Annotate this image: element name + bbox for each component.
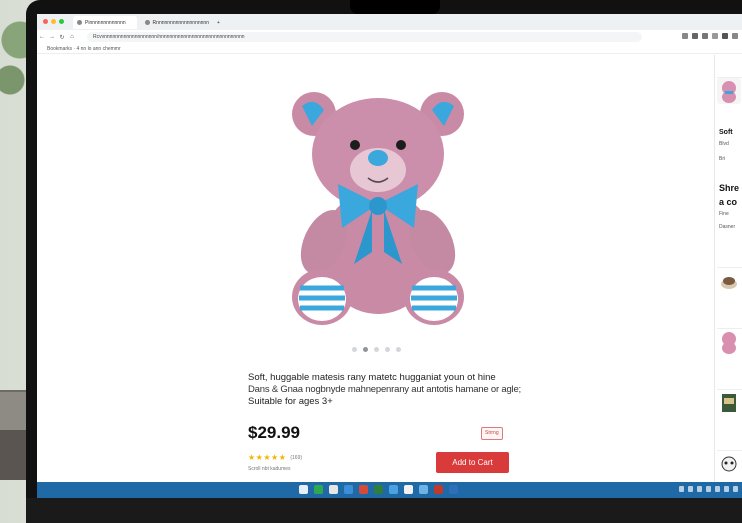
carousel-dot[interactable] bbox=[396, 347, 401, 352]
home-icon[interactable]: ⌂ bbox=[67, 34, 77, 40]
app-icon[interactable] bbox=[434, 485, 443, 494]
back-icon[interactable]: ← bbox=[37, 34, 47, 40]
related-bear-thumbnail bbox=[717, 329, 741, 355]
tab-favicon-icon bbox=[77, 20, 82, 25]
related-item-title[interactable]: Soft bbox=[719, 129, 733, 136]
image-carousel-dots bbox=[352, 347, 401, 352]
tray-icon[interactable] bbox=[679, 486, 684, 492]
laptop-screen: Pinnnnnnnnnnnnn Rnnnnnnnnnnnnnnnnnnn + ←… bbox=[37, 14, 742, 498]
tray-icon[interactable] bbox=[715, 486, 720, 492]
plus-icon: + bbox=[217, 19, 220, 26]
app-icon[interactable] bbox=[314, 485, 323, 494]
tray-icon[interactable] bbox=[733, 486, 738, 492]
related-item[interactable] bbox=[717, 450, 742, 482]
menu-icon[interactable] bbox=[732, 33, 738, 39]
related-item[interactable] bbox=[717, 328, 742, 360]
tab-1-label: Pinnnnnnnnnnnnn bbox=[85, 19, 126, 26]
related-item-meta: Bri bbox=[719, 156, 726, 162]
teddy-bear-image bbox=[292, 92, 464, 325]
extension-icon[interactable] bbox=[702, 33, 708, 39]
tab-bar: Pinnnnnnnnnnnnn Rnnnnnnnnnnnnnnnnnnn + bbox=[37, 14, 742, 31]
description-line-3: Suitable for ages 3+ bbox=[248, 396, 333, 407]
close-window-icon[interactable] bbox=[43, 19, 48, 24]
rating[interactable]: ★★★★★ (169) bbox=[248, 453, 302, 462]
product-description: Soft, huggable matesis rany matetc hugga… bbox=[248, 372, 548, 408]
related-cup-thumbnail bbox=[717, 268, 741, 294]
app-icon[interactable] bbox=[419, 485, 428, 494]
laptop-base bbox=[26, 498, 742, 523]
camera-notch bbox=[350, 0, 440, 14]
extension-icon[interactable] bbox=[712, 33, 718, 39]
window-controls bbox=[43, 19, 64, 24]
tab-1[interactable]: Pinnnnnnnnnnnnn bbox=[73, 16, 137, 29]
related-sidebar: Soft Blvd Bri Shre a co Fine Dasner bbox=[714, 55, 742, 482]
tray-icon[interactable] bbox=[724, 486, 729, 492]
url-bar[interactable]: Rcvvnnnnnnnnnnnnnnnnnnn/nnnnnnnnnnnnnnnn… bbox=[87, 32, 642, 42]
taskbar-apps bbox=[299, 485, 458, 494]
tray-icon[interactable] bbox=[697, 486, 702, 492]
related-item[interactable] bbox=[717, 389, 742, 421]
bookmarks-bar[interactable]: Bookmarks · 4 nn lo ann chemmr bbox=[37, 44, 742, 54]
tab-favicon-icon bbox=[145, 20, 150, 25]
maximize-window-icon[interactable] bbox=[59, 19, 64, 24]
related-book-thumbnail bbox=[717, 390, 741, 416]
description-line-2: Dans & Gnaa nogbnyde mahnepenrany aut an… bbox=[248, 384, 521, 395]
taskbar bbox=[37, 482, 742, 498]
description-line-1: Soft, huggable matesis rany matetc hugga… bbox=[248, 372, 496, 383]
related-bear-thumbnail bbox=[717, 78, 741, 104]
address-row: ← → ↻ ⌂ Rcvvnnnnnnnnnnnnnnnnnnn/nnnnnnnn… bbox=[37, 30, 742, 45]
product-page: Soft, huggable matesis rany matetc hugga… bbox=[37, 55, 714, 482]
stock-badge: Strrng bbox=[481, 427, 503, 440]
related-panda-thumbnail bbox=[717, 451, 741, 477]
forward-icon[interactable]: → bbox=[47, 34, 57, 40]
reload-icon[interactable]: ↻ bbox=[57, 34, 67, 41]
extension-icons bbox=[682, 33, 738, 39]
app-icon[interactable] bbox=[449, 485, 458, 494]
carousel-dot[interactable] bbox=[374, 347, 379, 352]
extension-icon[interactable] bbox=[692, 33, 698, 39]
tray-icon[interactable] bbox=[706, 486, 711, 492]
related-heading-a: Shre bbox=[719, 183, 740, 193]
app-icon[interactable] bbox=[404, 485, 413, 494]
tab-2[interactable]: Rnnnnnnnnnnnnnnnnnnn bbox=[141, 16, 213, 29]
related-item[interactable] bbox=[717, 77, 742, 109]
related-item[interactable] bbox=[717, 267, 742, 299]
star-rating-icon: ★★★★★ bbox=[248, 453, 287, 462]
system-tray bbox=[679, 486, 738, 492]
tray-icon[interactable] bbox=[688, 486, 693, 492]
app-icon[interactable] bbox=[359, 485, 368, 494]
new-tab-button[interactable]: + bbox=[213, 16, 229, 29]
tab-2-label: Rnnnnnnnnnnnnnnnnnnn bbox=[152, 19, 209, 26]
related-item-sub: Blvd bbox=[719, 141, 729, 147]
product-price: $29.99 bbox=[248, 423, 300, 442]
app-icon[interactable] bbox=[344, 485, 353, 494]
add-to-cart-button[interactable]: Add to Cart bbox=[436, 452, 509, 473]
rating-count: (169) bbox=[290, 454, 303, 461]
app-icon[interactable] bbox=[374, 485, 383, 494]
related-heading-sub2: Dasner bbox=[719, 224, 736, 230]
app-icon[interactable] bbox=[389, 485, 398, 494]
extension-icon[interactable] bbox=[682, 33, 688, 39]
reviews-link[interactable]: Scroll nbt kadumes bbox=[248, 466, 291, 472]
minimize-window-icon[interactable] bbox=[51, 19, 56, 24]
related-heading-b: a co bbox=[719, 197, 738, 207]
carousel-dot[interactable] bbox=[352, 347, 357, 352]
related-heading-sub: Fine bbox=[719, 211, 729, 217]
profile-icon[interactable] bbox=[722, 33, 728, 39]
carousel-dot[interactable] bbox=[385, 347, 390, 352]
carousel-dot-active[interactable] bbox=[363, 347, 368, 352]
chrome-icon[interactable] bbox=[329, 485, 338, 494]
start-icon[interactable] bbox=[299, 485, 308, 494]
